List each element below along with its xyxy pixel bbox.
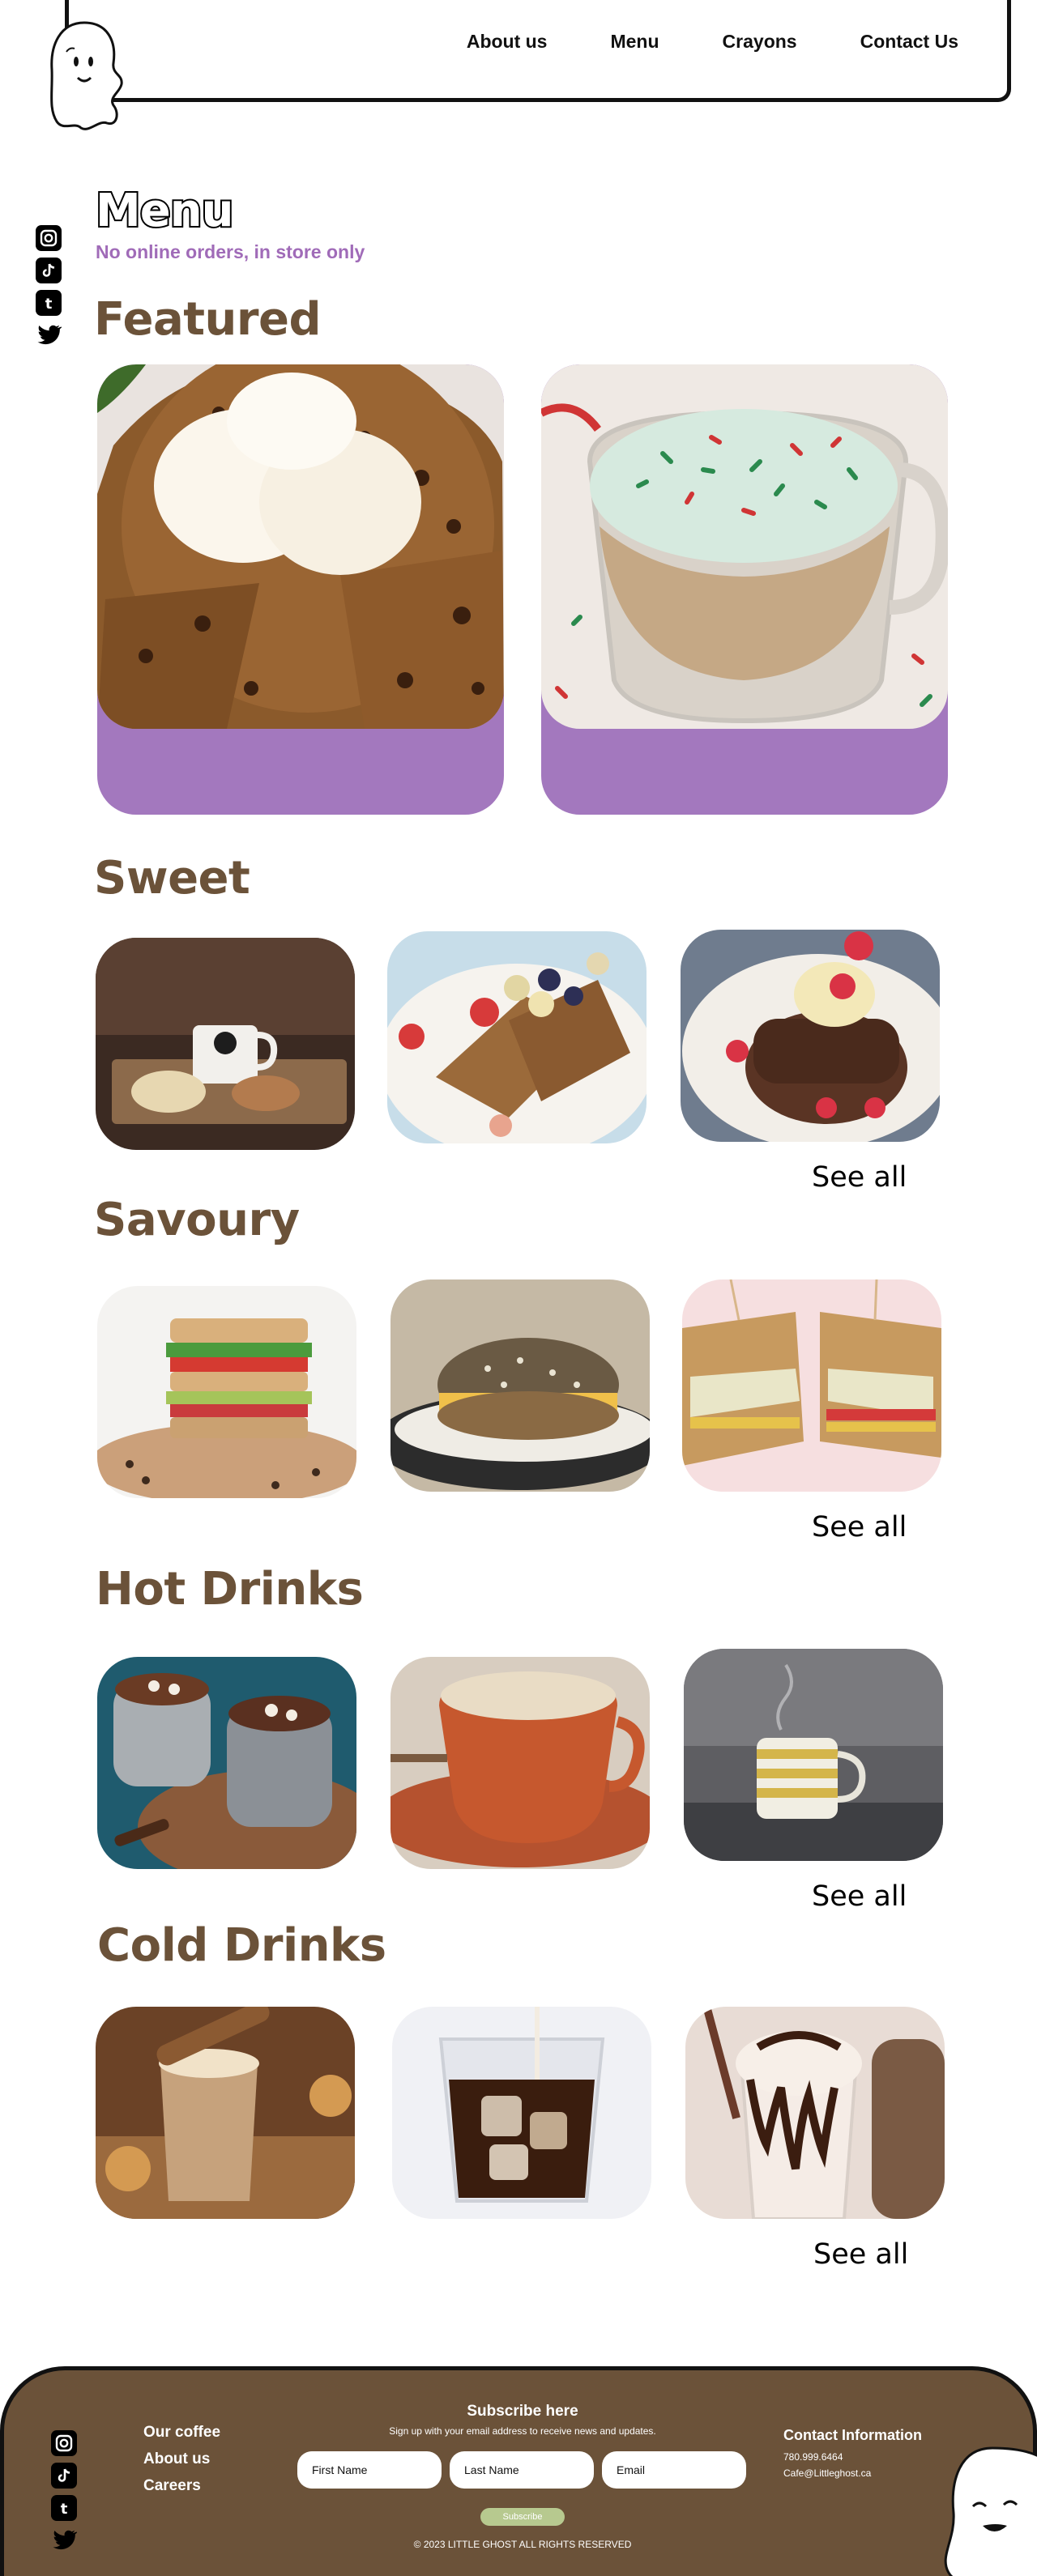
footer-link-about-us[interactable]: About us: [143, 2450, 220, 2468]
twitter-icon[interactable]: [36, 322, 62, 348]
contact-phone[interactable]: 780.999.6464: [783, 2451, 843, 2463]
nav-crayons[interactable]: Crayons: [723, 31, 797, 53]
cold-drinks-item-chocolate-milkshake[interactable]: [685, 2007, 945, 2219]
svg-text:t: t: [61, 2501, 68, 2517]
cold-drinks-heading: Cold Drinks: [97, 1919, 386, 1972]
hot-drinks-item-hot-chocolates[interactable]: [97, 1657, 356, 1869]
ghost-logo[interactable]: [42, 18, 126, 131]
subscribe-title: Subscribe here: [467, 2403, 578, 2420]
contact-heading: Contact Information: [783, 2427, 922, 2443]
peppermint-latte-image: [541, 364, 948, 729]
savoury-heading: Savoury: [94, 1194, 300, 1246]
ghost-mascot: [936, 2443, 1037, 2576]
cold-drinks-item-iced-chai[interactable]: [96, 2007, 355, 2219]
nav-menu[interactable]: Menu: [610, 31, 659, 53]
sweet-item-cookies-and-mug[interactable]: [96, 938, 355, 1150]
sweet-heading: Sweet: [94, 852, 250, 905]
tumblr-icon[interactable]: t: [51, 2495, 77, 2521]
cookie-skillet-image: [97, 364, 504, 729]
header-bar: About us Menu Crayons Contact Us: [65, 0, 1011, 102]
savoury-item-everything-bagel[interactable]: [390, 1279, 650, 1492]
main-nav: About us Menu Crayons Contact Us: [467, 31, 958, 53]
featured-item-cookie-skillet[interactable]: [97, 364, 504, 815]
featured-item-peppermint-latte[interactable]: [541, 364, 948, 815]
savoury-item-sliced-sandwich[interactable]: [682, 1279, 941, 1492]
footer-link-careers[interactable]: Careers: [143, 2477, 220, 2495]
social-rail: t: [36, 225, 62, 348]
cold-drinks-item-iced-coffee[interactable]: [392, 2007, 651, 2219]
contact-email[interactable]: Cafe@Littleghost.ca: [783, 2467, 871, 2479]
footer-social: t: [51, 2430, 77, 2553]
hot-drinks-item-striped-mug[interactable]: [684, 1649, 943, 1861]
copyright: © 2023 LITTLE GHOST ALL RIGHTS RESERVED: [413, 2539, 632, 2550]
last-name-field[interactable]: [450, 2451, 594, 2489]
instagram-icon[interactable]: [36, 225, 62, 251]
nav-about-us[interactable]: About us: [467, 31, 548, 53]
tumblr-icon[interactable]: t: [36, 290, 62, 316]
hot-drinks-item-orange-cup-coffee[interactable]: [390, 1657, 650, 1869]
subscribe-button[interactable]: Subscribe: [480, 2508, 565, 2526]
cold-drinks-see-all[interactable]: See all: [813, 2238, 908, 2271]
savoury-item-club-sandwich[interactable]: [97, 1286, 356, 1498]
sweet-item-chocolate-pancakes[interactable]: [681, 930, 940, 1142]
site-footer: t Our coffee About us Careers Subscribe …: [0, 2366, 1037, 2576]
tiktok-icon[interactable]: [36, 258, 62, 283]
svg-text:t: t: [45, 296, 53, 312]
savoury-see-all[interactable]: See all: [812, 1511, 907, 1543]
page-title: Menu: [94, 183, 235, 239]
first-name-field[interactable]: [297, 2451, 442, 2489]
featured-heading: Featured: [94, 293, 322, 346]
nav-contact-us[interactable]: Contact Us: [860, 31, 958, 53]
hot-drinks-heading: Hot Drinks: [96, 1563, 364, 1616]
hot-drinks-see-all[interactable]: See all: [812, 1880, 907, 1913]
sweet-item-french-toast-berries[interactable]: [387, 931, 647, 1143]
email-field[interactable]: [602, 2451, 746, 2489]
subscribe-form: [297, 2451, 746, 2489]
page-subtitle: No online orders, in store only: [96, 241, 365, 262]
sweet-see-all[interactable]: See all: [812, 1161, 907, 1194]
tiktok-icon[interactable]: [51, 2463, 77, 2489]
